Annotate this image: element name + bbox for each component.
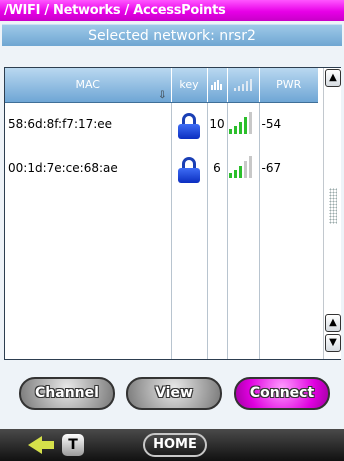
scroll-down-button[interactable]: ▼ — [325, 334, 341, 352]
access-point-table-panel: MAC ⇩ key PWR 58:6d:8f:f7:17:ee 10 -54 0… — [4, 67, 341, 360]
signal-strength-icon — [228, 155, 252, 178]
filler-cell — [207, 190, 228, 359]
signal-strength-icon — [228, 111, 252, 134]
table-filler-row — [5, 190, 318, 359]
filler-cell — [227, 190, 260, 359]
channel-button[interactable]: Channel — [19, 377, 115, 410]
channel-bars-icon — [211, 80, 222, 91]
selected-network-label: Selected network: nrsr2 — [2, 24, 342, 46]
signal-icon — [234, 79, 252, 92]
column-header-signal[interactable] — [227, 68, 260, 103]
t-button[interactable]: T — [62, 434, 84, 456]
footer-bar: T HOME — [0, 429, 344, 461]
sort-arrow-icon: ⇩ — [158, 89, 167, 101]
lock-icon — [178, 112, 200, 139]
column-header-key-label: key — [179, 78, 199, 92]
view-button[interactable]: View — [126, 377, 222, 410]
scroll-grip[interactable] — [329, 188, 337, 224]
column-header-mac[interactable]: MAC ⇩ — [5, 68, 172, 103]
mac-cell: 58:6d:8f:f7:17:ee — [5, 102, 172, 146]
scroll-top-button[interactable]: ▲ — [325, 69, 341, 87]
access-point-table: MAC ⇩ key PWR 58:6d:8f:f7:17:ee 10 -54 0… — [5, 68, 318, 359]
app-screen: /WIFI / Networks / AccessPoints Selected… — [0, 0, 344, 461]
table-header-row: MAC ⇩ key PWR — [5, 68, 318, 103]
key-cell — [171, 102, 208, 146]
filler-cell — [171, 190, 208, 359]
column-header-pwr-label: PWR — [276, 78, 302, 92]
vertical-scrollbar[interactable]: ▲ ▲ ▼ — [323, 68, 341, 359]
pwr-cell: -67 — [261, 161, 282, 175]
mac-cell: 00:1d:7e:ce:68:ae — [5, 146, 172, 190]
signal-cell — [227, 102, 260, 146]
column-header-key[interactable]: key — [171, 68, 208, 103]
filler-cell — [259, 190, 318, 359]
channel-cell: 6 — [207, 146, 228, 190]
lock-icon — [178, 156, 200, 183]
home-button[interactable]: HOME — [143, 433, 207, 457]
scroll-up-button[interactable]: ▲ — [325, 314, 341, 332]
column-header-mac-label: MAC — [75, 78, 100, 92]
channel-cell: 10 — [207, 102, 228, 146]
column-header-channel[interactable] — [207, 68, 228, 103]
breadcrumb-title: /WIFI / Networks / AccessPoints — [0, 0, 344, 21]
connect-button[interactable]: Connect — [234, 377, 330, 410]
column-header-pwr[interactable]: PWR — [259, 68, 318, 103]
pwr-cell: -54 — [261, 117, 282, 132]
signal-cell — [227, 146, 260, 190]
key-cell — [171, 146, 208, 190]
table-row[interactable]: 58:6d:8f:f7:17:ee 10 -54 — [5, 102, 318, 146]
filler-cell — [5, 190, 172, 359]
table-row[interactable]: 00:1d:7e:ce:68:ae 6 -67 — [5, 146, 318, 190]
